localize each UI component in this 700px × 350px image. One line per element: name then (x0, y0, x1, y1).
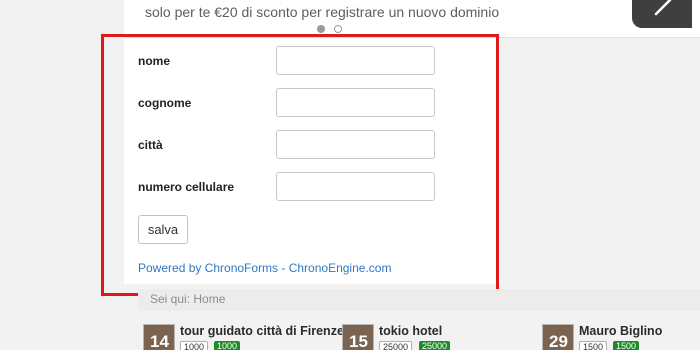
item-count-badge: 25000 (379, 341, 413, 350)
breadcrumb-text: Sei qui: Home (150, 292, 226, 306)
item-number: 14 (150, 332, 169, 350)
item-title[interactable]: Mauro Biglino (579, 324, 662, 338)
chevron-right-icon (654, 0, 672, 16)
item-thumbnail: 29 (542, 324, 574, 350)
item-title[interactable]: tokio hotel (379, 324, 442, 338)
item-number: 29 (549, 332, 568, 350)
highlight-box (101, 34, 499, 296)
item-thumbnail: 14 (143, 324, 175, 350)
item-score-badge: 1000 (214, 341, 241, 350)
item-score-badge: 1500 (613, 341, 640, 350)
breadcrumb: Sei qui: Home (138, 289, 700, 311)
slider-dot-2[interactable] (334, 25, 342, 33)
promo-slider: solo per te €20 di sconto per registrare… (124, 0, 700, 38)
item-number: 15 (349, 332, 368, 350)
item-thumbnail: 15 (342, 324, 374, 350)
item-score-badge: 25000 (419, 341, 451, 350)
slider-next-button[interactable] (632, 0, 692, 28)
item-count-badge: 1000 (180, 341, 209, 350)
item-title[interactable]: tour guidato città di Firenze (180, 324, 344, 338)
promo-text: solo per te €20 di sconto per registrare… (145, 4, 500, 20)
item-count-badge: 1500 (579, 341, 608, 350)
slider-dot-1[interactable] (317, 25, 325, 33)
